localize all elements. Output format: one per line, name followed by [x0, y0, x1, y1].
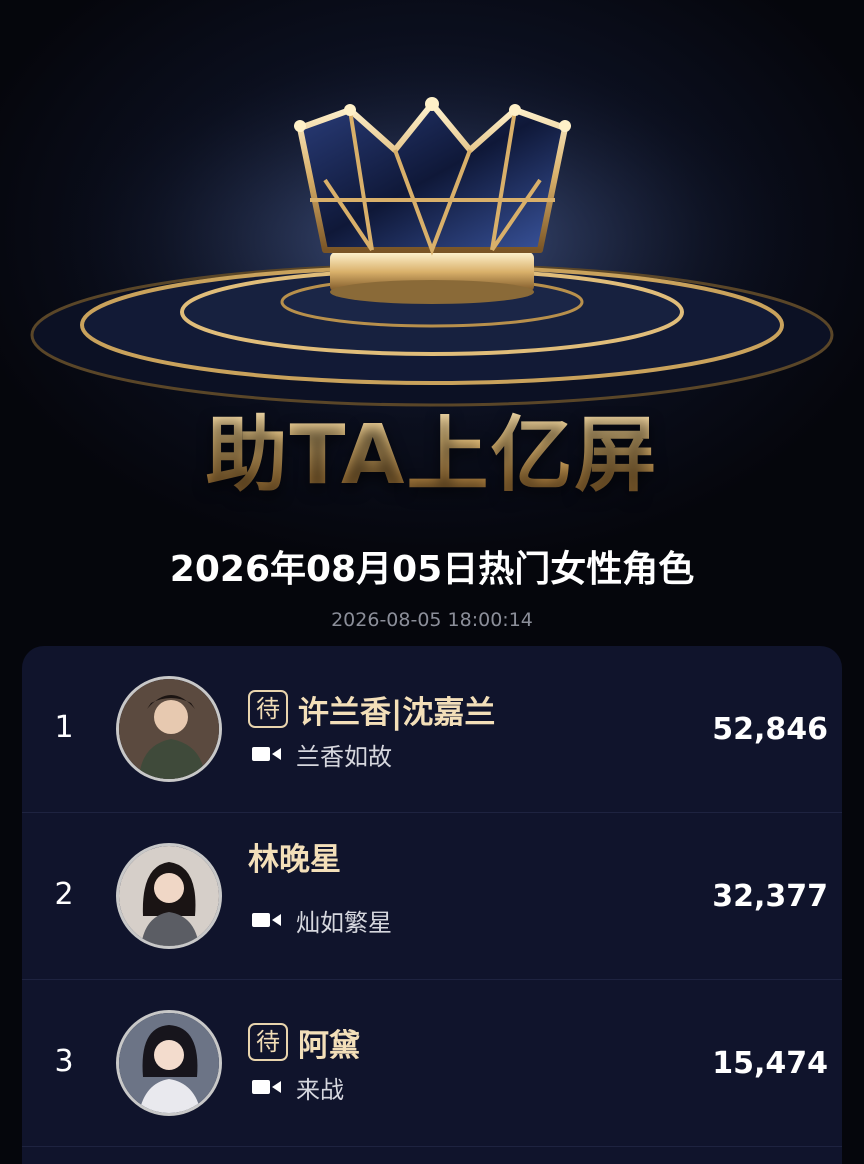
- drama-line: 来战: [252, 1072, 344, 1104]
- list-item[interactable]: 2 林晚星 灿如繁星 32,377: [22, 813, 842, 979]
- video-camera-icon: [252, 747, 281, 761]
- name-line: 待 许兰香|沈嘉兰: [248, 689, 496, 731]
- banner-title: 助TA上亿屏: [0, 388, 864, 507]
- score: 15,474: [712, 1046, 828, 1081]
- drama-line: 灿如繁星: [252, 905, 392, 937]
- character-name: 许兰香|沈嘉兰: [298, 694, 496, 731]
- pending-tag: 待: [248, 1023, 288, 1061]
- drama-title: 兰香如故: [296, 742, 392, 771]
- list-item[interactable]: 1 待 许兰香|沈嘉兰 兰香如故 52,846: [22, 646, 842, 812]
- avatar[interactable]: [116, 676, 222, 782]
- character-name: 阿黛: [298, 1027, 360, 1064]
- drama-line: 兰香如故: [252, 739, 392, 771]
- hero-banner: 助TA上亿屏: [0, 0, 864, 520]
- video-camera-icon: [252, 913, 281, 927]
- avatar[interactable]: [116, 1010, 222, 1116]
- name-line: 待 阿黛: [248, 1022, 360, 1064]
- avatar[interactable]: [116, 843, 222, 949]
- drama-title: 灿如繁星: [296, 908, 392, 937]
- rank-number: 3: [54, 1044, 74, 1079]
- name-line: 林晚星: [248, 836, 341, 878]
- list-timestamp: 2026-08-05 18:00:14: [331, 609, 533, 631]
- list-item[interactable]: 3 待 阿黛 来战 15,474: [22, 980, 842, 1146]
- video-camera-icon: [252, 1080, 281, 1094]
- rank-number: 1: [54, 710, 74, 745]
- score: 32,377: [712, 879, 828, 914]
- score: 52,846: [712, 712, 828, 747]
- character-name: 林晚星: [248, 841, 341, 878]
- divider: [22, 1146, 842, 1147]
- ranking-page: 助TA上亿屏 2026年08月05日热门女性角色 2026-08-05 18:0…: [0, 0, 864, 1164]
- pending-tag: 待: [248, 690, 288, 728]
- drama-title: 来战: [296, 1075, 344, 1104]
- ranking-list: 1 待 许兰香|沈嘉兰 兰香如故 52,846 2 林晚星 灿如繁星 32,37…: [22, 646, 842, 1164]
- list-title: 2026年08月05日热门女性角色: [169, 549, 695, 590]
- rank-number: 2: [54, 877, 74, 912]
